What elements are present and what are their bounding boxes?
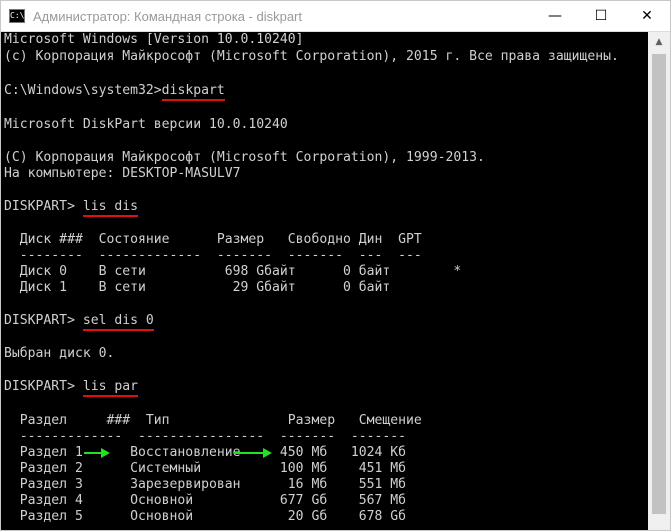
prompt: C:\Windows\system32> [4, 83, 162, 98]
typed-command-diskpart: diskpart [161, 83, 225, 101]
console-output[interactable]: Microsoft Windows [Version 10.0.10240] (… [1, 32, 648, 530]
window-controls: — ☐ ✕ [532, 1, 670, 31]
disk-table-separator: -------- ------------- ------- ------- -… [4, 248, 422, 263]
disk-table-row: Диск 0 В сети 698 Gбайт 0 байт * [4, 264, 462, 279]
console-line-diskpart-version: Microsoft DiskPart версии 10.0.10240 [4, 117, 288, 132]
partition-table-row: Раздел 2 Системный 100 Мб 451 Мб [4, 461, 407, 476]
disk-table-row: Диск 1 В сети 29 Gбайт 0 байт [4, 280, 391, 295]
command-line-2: DISKPART> lis dis [4, 199, 139, 217]
console-line-header2: (c) Корпорация Майкрософт (Microsoft Cor… [4, 49, 619, 64]
prompt: DISKPART> [4, 313, 83, 328]
partition-table-row: Раздел 1 Восстановление 450 Мб 1024 Кб [4, 445, 407, 460]
minimize-button[interactable]: — [532, 1, 578, 31]
partition-table-row: Раздел 4 Основной 677 Gб 567 Мб [4, 493, 407, 508]
scroll-up-arrow-icon[interactable]: ▲ [648, 32, 670, 52]
vertical-scrollbar[interactable]: ▲ [648, 32, 670, 530]
typed-command-lis-dis: lis dis [82, 199, 139, 217]
green-arrow-annotation [234, 448, 272, 458]
window-title: Администратор: Командная строка - diskpa… [33, 8, 303, 24]
prompt: DISKPART> [4, 199, 83, 214]
partition-table-separator: ------------- ---------------- ------- -… [4, 429, 407, 444]
prompt: DISKPART> [4, 379, 83, 394]
disk-table-header: Диск ### Состояние Размер Свободно Дин G… [4, 232, 422, 247]
command-line-1: C:\Windows\system32>diskpart [4, 83, 225, 101]
scroll-track[interactable] [648, 52, 670, 530]
command-line-4: DISKPART> lis par [4, 379, 139, 397]
console-line-computer: На компьютере: DESKTOP-MASULV7 [4, 166, 241, 181]
console-line-copyright: (C) Корпорация Майкрософт (Microsoft Cor… [4, 150, 485, 165]
scroll-thumb[interactable] [652, 54, 666, 514]
partition-table-row: Раздел 3 Зарезервирован 16 Мб 551 Мб [4, 477, 407, 492]
maximize-button[interactable]: ☐ [578, 1, 624, 31]
command-prompt-window: C:\ Администратор: Командная строка - di… [0, 0, 671, 531]
partition-table-row: Раздел 5 Основной 20 Gб 678 Gб [4, 509, 407, 524]
cmd-icon[interactable]: C:\ [9, 9, 25, 23]
green-arrow-annotation [84, 448, 110, 458]
console-line-header1: Microsoft Windows [Version 10.0.10240] [4, 32, 304, 47]
console-line-selected: Выбран диск 0. [4, 346, 115, 361]
close-button[interactable]: ✕ [624, 1, 670, 31]
typed-command-sel-dis: sel dis 0 [82, 313, 154, 331]
command-line-3: DISKPART> sel dis 0 [4, 313, 154, 331]
partition-table-header: Раздел ### Тип Размер Смещение [4, 413, 422, 428]
typed-command-lis-par: lis par [82, 379, 139, 397]
title-bar[interactable]: C:\ Администратор: Командная строка - di… [1, 1, 670, 32]
